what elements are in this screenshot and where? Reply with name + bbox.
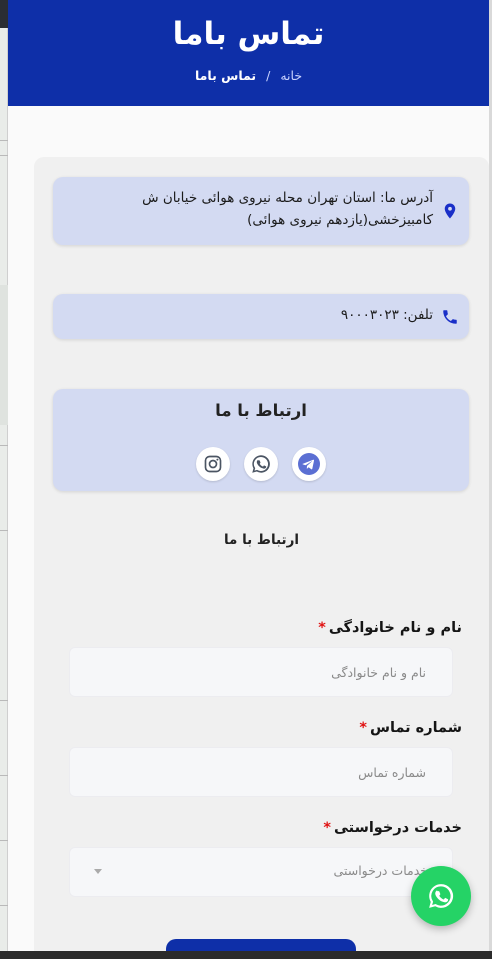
social-links: [53, 447, 469, 481]
whatsapp-link[interactable]: [244, 447, 278, 481]
required-mark: *: [359, 720, 367, 736]
contact-card: آدرس ما: استان تهران محله نیروی هوائی خی…: [34, 157, 489, 951]
instagram-link[interactable]: [196, 447, 230, 481]
map-pin-icon: [444, 203, 456, 219]
taskbar-edge: [0, 951, 492, 959]
telegram-icon: [298, 453, 320, 475]
breadcrumb-separator: /: [266, 68, 271, 83]
page-title: تماس باما: [172, 16, 325, 52]
service-label-text: خدمات درخواستی: [333, 820, 462, 836]
whatsapp-icon: [429, 884, 454, 908]
background-window-edge: [0, 0, 8, 959]
whatsapp-icon: [252, 455, 270, 473]
breadcrumb-home-link[interactable]: خانه: [280, 68, 302, 83]
contact-page: تماس باما خانه / تماس باما آدرس ما: استا…: [8, 0, 489, 951]
submit-button[interactable]: [166, 939, 356, 951]
telegram-link[interactable]: [292, 447, 326, 481]
phone-icon: [443, 310, 457, 324]
address-box: آدرس ما: استان تهران محله نیروی هوائی خی…: [53, 177, 469, 245]
whatsapp-floating-button[interactable]: [411, 866, 471, 926]
phone-label-text: شماره تماس: [370, 720, 462, 736]
instagram-icon: [204, 455, 222, 473]
chevron-down-icon: [94, 869, 102, 874]
service-select-value: خدمات درخواستی: [333, 863, 428, 878]
name-label-text: نام و نام خانوادگی: [328, 620, 462, 636]
breadcrumb-current: تماس باما: [194, 68, 257, 83]
social-title: ارتباط با ما: [215, 401, 307, 420]
phone-label: شماره تماس*: [359, 720, 462, 736]
service-label: خدمات درخواستی*: [323, 820, 462, 836]
name-input[interactable]: [69, 647, 453, 697]
phone-box: تلفن: ۹۰۰۰۳۰۲۳: [53, 294, 469, 339]
page-header: تماس باما خانه / تماس باما: [8, 0, 489, 106]
phone-text: تلفن: ۹۰۰۰۳۰۲۳: [340, 307, 433, 323]
contact-form-title: ارتباط با ما: [223, 532, 300, 548]
phone-input[interactable]: [69, 747, 453, 797]
social-box: ارتباط با ما: [53, 389, 469, 491]
required-mark: *: [323, 820, 331, 836]
breadcrumb: خانه / تماس باما: [8, 68, 489, 83]
address-text: آدرس ما: استان تهران محله نیروی هوائی خی…: [142, 190, 433, 228]
name-label: نام و نام خانوادگی*: [318, 620, 462, 636]
service-select[interactable]: خدمات درخواستی: [69, 847, 453, 897]
required-mark: *: [318, 620, 326, 636]
